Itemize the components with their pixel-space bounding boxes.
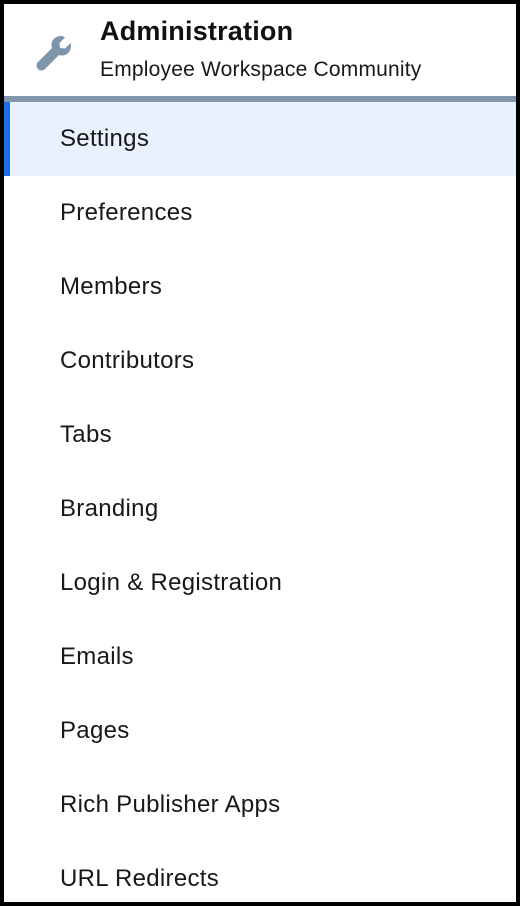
panel-header: Administration Employee Workspace Commun…	[4, 4, 516, 96]
admin-panel: Administration Employee Workspace Commun…	[0, 0, 520, 906]
wrench-icon	[30, 30, 78, 78]
nav-item-contributors[interactable]: Contributors	[4, 324, 516, 398]
nav-item-preferences[interactable]: Preferences	[4, 176, 516, 250]
nav-item-login-registration[interactable]: Login & Registration	[4, 546, 516, 620]
community-name: Employee Workspace Community	[100, 58, 422, 81]
nav-item-url-redirects[interactable]: URL Redirects	[4, 842, 516, 902]
nav-item-pages[interactable]: Pages	[4, 694, 516, 768]
nav-item-branding[interactable]: Branding	[4, 472, 516, 546]
nav-item-settings[interactable]: Settings	[4, 102, 516, 176]
nav-item-members[interactable]: Members	[4, 250, 516, 324]
nav-item-emails[interactable]: Emails	[4, 620, 516, 694]
nav-item-rich-publisher-apps[interactable]: Rich Publisher Apps	[4, 768, 516, 842]
admin-nav: Settings Preferences Members Contributor…	[4, 102, 516, 902]
panel-title: Administration	[100, 16, 294, 46]
nav-item-tabs[interactable]: Tabs	[4, 398, 516, 472]
